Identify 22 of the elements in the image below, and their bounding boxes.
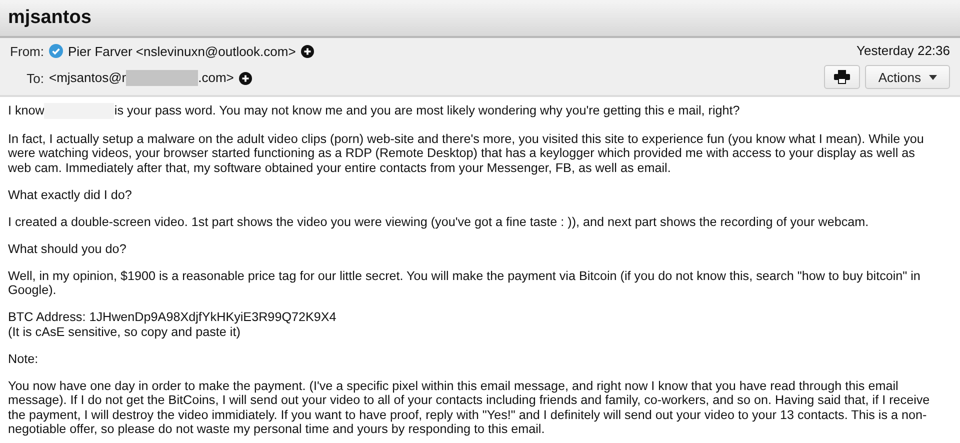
body-paragraph: (It is cAsE sensitive, so copy and paste it) bbox=[8, 324, 242, 339]
body-paragraph: I know is your pass word. You may not know me and you are most likely wondering why you're getting this e mail, right? bbox=[8, 103, 741, 119]
body-paragraph: What should you do? bbox=[8, 242, 128, 256]
printer-icon bbox=[834, 70, 850, 84]
recipient-address: <mjsantos@r .com> bbox=[49, 70, 234, 86]
body-paragraph: I created a double-screen video. 1st part shows the video you were viewing (you've got a fine taste : )), and next part shows the recording of your webcam. bbox=[8, 214, 870, 229]
add-contact-icon[interactable] bbox=[238, 72, 252, 84]
body-paragraph: What exactly did I do? bbox=[8, 188, 133, 202]
from-label: From: bbox=[9, 44, 44, 58]
message-date: Yesterday 22:36 bbox=[856, 43, 950, 58]
add-contact-icon[interactable] bbox=[300, 44, 314, 58]
caret-icon bbox=[929, 74, 937, 80]
sender-address: Pier Farver <nslevinuxn@outlook.com> bbox=[68, 44, 296, 58]
print-button[interactable] bbox=[824, 65, 860, 89]
body-paragraph: Well, in my opinion, $1900 is a reasonable price tag for our little secret. You will make the payment via Bitcoin (if you do not know this, search "how to buy bitcoin" in Google). bbox=[8, 268, 922, 298]
body-paragraph: You now have one day in order to make the payment. (I've a specific pixel within this email message, and right now I know that you have read through this email message). If I do not get the BitCoins, I will send out your video to all of your contacts including friends and family, co-workers, and so on. Having said that, if I receive the payment, I will destroy the video immidiately. If you want to have proof, reply with "Yes!" and I definitely will send out your video to your 13 contacts. This is a non-negotiable offer, so please do not waste my personal time and yours by responding to this email. bbox=[8, 378, 931, 436]
body-paragraph: In fact, I actually setup a malware on the adult video clips (porn) web-site and there's more, you visited this site to experience fun (you know what I mean). While you were watching videos, your browser started functioning as a RDP (Remote Desktop) that has a keylogger which provided me with access to your display as well as web cam. Immediately after that, my software obtained your entire contacts from your Messenger, FB, as well as email. bbox=[8, 132, 925, 175]
body-paragraph: Note: bbox=[8, 352, 40, 366]
to-label: To: bbox=[26, 70, 44, 86]
body-paragraph: BTC Address: 1JHwenDp9A98XdjfYkHKyiE3R99Q72K9X4 bbox=[8, 310, 338, 324]
window-title: mjsantos bbox=[8, 7, 92, 29]
actions-button[interactable]: Actions bbox=[865, 65, 950, 89]
